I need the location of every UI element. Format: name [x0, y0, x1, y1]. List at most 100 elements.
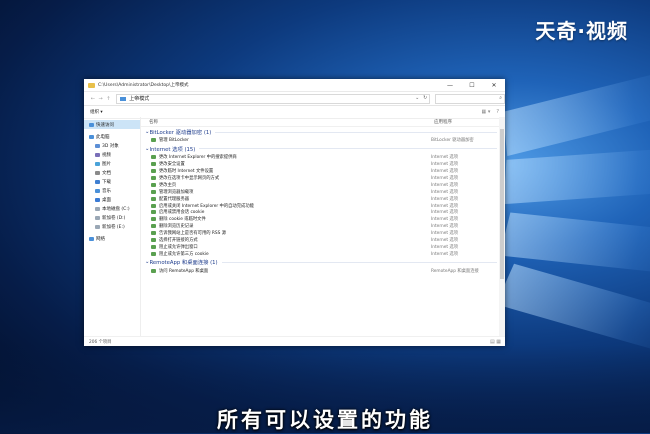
settings-item-icon — [151, 231, 156, 236]
sidebar-item-label: 下载 — [102, 179, 111, 185]
refresh-icon[interactable]: ↻ — [423, 95, 427, 101]
sidebar-item[interactable]: 文档 — [84, 168, 140, 177]
item-count: 206 个项目 — [89, 339, 112, 345]
settings-item-icon — [151, 155, 156, 160]
list-item-category: RemoteApp 和桌面连接 — [431, 268, 479, 274]
sidebar-item[interactable]: 本地磁盘 (C:) — [84, 204, 140, 213]
list-item-name: 选择打开链接的方式 — [159, 238, 198, 244]
group-title: Internet 选项 (15) — [149, 146, 196, 153]
sidebar-item[interactable]: 下载 — [84, 177, 140, 186]
list-item-name: 删除浏览历史记录 — [159, 224, 194, 230]
explorer-window: C:\Users\Administrator\Desktop\上帝模式 — ☐ … — [84, 79, 506, 346]
list-item[interactable]: 更改在选项卡中显示网页的方式 Internet 选项 — [141, 175, 505, 182]
sidebar-item-label: 新加卷 (E:) — [102, 224, 125, 230]
address-bar[interactable]: 上帝模式 ⌄ ↻ — [116, 93, 431, 104]
column-name[interactable]: 名称 — [141, 119, 434, 125]
settings-item-icon — [151, 162, 156, 167]
window-title: C:\Users\Administrator\Desktop\上帝模式 — [98, 83, 189, 88]
group-divider — [215, 131, 497, 133]
sidebar-item-icon — [95, 161, 100, 166]
list-item-category: BitLocker 驱动器加密 — [431, 138, 474, 144]
close-button[interactable]: ✕ — [483, 79, 505, 91]
list-item[interactable]: 启用或关闭 Internet Explorer 中的自动完成功能 Internet… — [141, 202, 505, 209]
sidebar-item[interactable]: 视频 — [84, 150, 140, 159]
list-item[interactable]: 管理 BitLocker BitLocker 驱动器加密 — [141, 137, 505, 144]
settings-item-icon — [151, 224, 156, 229]
list-item[interactable]: 访问 RemoteApp 和桌面 RemoteApp 和桌面连接 — [141, 267, 505, 274]
minimize-button[interactable]: — — [439, 79, 461, 91]
list-item[interactable]: 删除 cookie 或临时文件 Internet 选项 — [141, 216, 505, 223]
sidebar-item[interactable]: 3D 对象 — [84, 141, 140, 150]
settings-item-icon — [151, 268, 156, 273]
sidebar-item[interactable]: 网络 — [84, 234, 140, 243]
list-item-category: Internet 选项 — [431, 224, 459, 230]
sidebar-item-icon — [95, 224, 100, 229]
sidebar-item-icon — [95, 152, 100, 157]
back-button[interactable]: ← — [89, 96, 97, 102]
up-button[interactable]: ↑ — [104, 96, 112, 102]
forward-button[interactable]: → — [97, 96, 105, 102]
settings-item-icon — [151, 138, 156, 143]
address-path: 上帝模式 — [129, 96, 150, 102]
list-item[interactable]: 选择打开链接的方式 Internet 选项 — [141, 237, 505, 244]
light-beam — [502, 65, 650, 157]
list-item-name: 更改在选项卡中显示网页的方式 — [159, 176, 220, 181]
sidebar-item[interactable]: 新加卷 (E:) — [84, 222, 140, 231]
settings-item-icon — [151, 189, 156, 194]
sidebar-item[interactable]: 快速访问 — [84, 120, 140, 129]
settings-item-icon — [151, 251, 156, 256]
list-item[interactable]: 告诉我网站上是否有可用的 RSS 源 Internet 选项 — [141, 230, 505, 237]
list-item[interactable]: 更改临时 Internet 文件设置 Internet 选项 — [141, 168, 505, 175]
organize-button[interactable]: 组织 ▾ — [90, 109, 103, 115]
group-title: BitLocker 驱动器加密 (1) — [149, 130, 212, 136]
group-header[interactable]: ⌄ BitLocker 驱动器加密 (1) — [141, 127, 505, 137]
sidebar-item-label: 新加卷 (D:) — [102, 215, 126, 221]
list-item-category: Internet 选项 — [431, 189, 459, 195]
sidebar-item[interactable]: 新加卷 (D:) — [84, 213, 140, 222]
settings-item-icon — [151, 196, 156, 201]
list-item-name: 配置代理服务器 — [159, 196, 190, 202]
list-item-category: Internet 选项 — [431, 217, 459, 223]
sidebar-item-label: 图片 — [102, 161, 111, 167]
sidebar-item-icon — [95, 215, 100, 220]
group-header[interactable]: ⌄ Internet 选项 (15) — [141, 144, 505, 154]
vertical-scrollbar[interactable] — [499, 117, 505, 337]
sidebar-item-icon — [89, 134, 94, 139]
list-item-name: 管理浏览器加载项 — [159, 189, 194, 195]
title-bar[interactable]: C:\Users\Administrator\Desktop\上帝模式 — ☐ … — [84, 79, 505, 92]
list-item[interactable]: 更改 Internet Explorer 中的搜索提供商 Internet 选项 — [141, 154, 505, 161]
list-item[interactable]: 更改主页 Internet 选项 — [141, 181, 505, 188]
video-subtitle: 所有可以设置的功能 — [217, 408, 433, 432]
sidebar-item-label: 视频 — [102, 152, 111, 158]
list-item-category: Internet 选项 — [431, 244, 459, 250]
list-item-name: 管理 BitLocker — [159, 138, 189, 144]
sidebar-item[interactable]: 此电脑 — [84, 132, 140, 141]
sidebar-item[interactable]: 图片 — [84, 159, 140, 168]
list-item[interactable]: 启用或禁用会话 cookie Internet 选项 — [141, 209, 505, 216]
list-item[interactable]: 删除浏览历史记录 Internet 选项 — [141, 223, 505, 230]
group-header[interactable]: ⌄ RemoteApp 和桌面连接 (1) — [141, 257, 505, 267]
search-input[interactable]: ⌕ — [435, 93, 506, 104]
settings-item-icon — [151, 176, 156, 180]
list-item[interactable]: 阻止或允许弹出窗口 Internet 选项 — [141, 243, 505, 250]
list-item[interactable]: 阻止或允许第三方 cookie Internet 选项 — [141, 250, 505, 257]
scrollbar-thumb[interactable] — [500, 129, 504, 279]
list-item[interactable]: 更改安全设置 Internet 选项 — [141, 161, 505, 168]
list-item-category: Internet 选项 — [431, 162, 459, 168]
list-item-name: 启用或禁用会话 cookie — [159, 210, 205, 216]
list-item-category: Internet 选项 — [431, 210, 459, 216]
maximize-button[interactable]: ☐ — [461, 79, 483, 91]
list-item[interactable]: 管理浏览器加载项 Internet 选项 — [141, 188, 505, 195]
sidebar-item[interactable]: 桌面 — [84, 195, 140, 204]
list-item-category: Internet 选项 — [431, 251, 459, 257]
sidebar-item-icon — [95, 188, 100, 193]
view-options-icon[interactable]: ▦ ▾ — [482, 109, 491, 115]
sidebar-item[interactable]: 音乐 — [84, 186, 140, 195]
column-category[interactable]: 应用程序 — [434, 119, 452, 125]
list-item-name: 更改主页 — [159, 182, 177, 188]
list-item[interactable]: 配置代理服务器 Internet 选项 — [141, 195, 505, 202]
help-icon[interactable]: ? — [496, 109, 499, 115]
list-item-category: Internet 选项 — [431, 231, 459, 237]
view-toggle-icon[interactable]: ▤ ▦ — [490, 339, 501, 345]
address-dropdown-icon[interactable]: ⌄ — [415, 95, 419, 101]
